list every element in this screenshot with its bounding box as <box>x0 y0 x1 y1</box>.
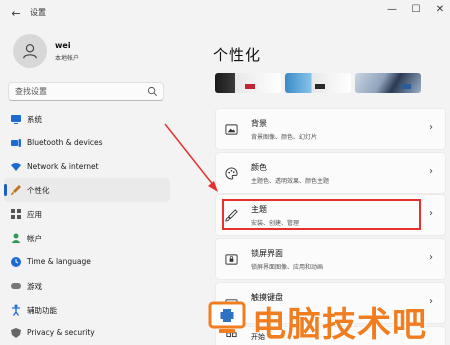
sidebar-item-label: Bluetooth & devices <box>27 138 103 147</box>
sidebar-item-label: Network & internet <box>27 162 99 171</box>
search-placeholder: 查找设置 <box>15 87 47 96</box>
avatar[interactable] <box>13 34 47 68</box>
lock-screen-icon <box>225 254 238 265</box>
sidebar-item-label: Time & language <box>27 257 91 266</box>
sidebar-item-label: 应用 <box>27 210 42 219</box>
sidebar-item-label: Privacy & security <box>27 328 95 337</box>
card-colors[interactable]: 颜色 主题色、透明效果、颜色主题 › <box>215 152 446 194</box>
sidebar-item-time-language[interactable]: Time & language <box>4 250 170 274</box>
sidebar-item-privacy[interactable]: Privacy & security <box>4 321 170 345</box>
card-subtitle: 主题色、透明效果、颜色主题 <box>251 178 330 185</box>
sidebar-item-label: 系统 <box>27 115 42 124</box>
sidebar-item-accounts[interactable]: 帐户 <box>4 226 170 250</box>
theme-thumbnail[interactable] <box>215 73 281 93</box>
highlight-box <box>222 199 421 230</box>
watermark-text: 电脑技术吧 <box>252 305 427 345</box>
title-bar: ← 设置 — ☐ ✕ <box>0 0 450 28</box>
user-name: wei <box>55 41 71 50</box>
page-title: 个性化 <box>213 46 262 64</box>
sidebar-item-personalization[interactable]: 个性化 <box>4 178 170 202</box>
chevron-right-icon: › <box>429 122 433 133</box>
accessibility-icon <box>12 304 20 316</box>
app-title: 设置 <box>30 8 46 17</box>
sidebar-item-network[interactable]: Network & internet <box>4 155 170 179</box>
sidebar-item-accessibility[interactable]: 辅助功能 <box>4 298 170 322</box>
card-subtitle: 锁屏界面图像、应用和动画 <box>251 264 324 271</box>
theme-thumbnail[interactable] <box>355 73 421 93</box>
maximize-button[interactable]: ☐ <box>406 4 426 22</box>
back-button[interactable]: ← <box>8 6 24 22</box>
settings-window: ← 设置 — ☐ ✕ wei 本地帐户 查找设置 系统 Bluetooth & … <box>0 0 450 345</box>
card-title: 锁屏界面 <box>251 249 283 258</box>
sidebar-item-gaming[interactable]: 游戏 <box>4 274 170 298</box>
card-subtitle: 背景图像、颜色、幻灯片 <box>251 134 318 141</box>
system-icon <box>11 115 21 124</box>
apps-icon <box>11 209 21 219</box>
time-icon <box>11 257 21 267</box>
sidebar-item-label: 个性化 <box>27 186 50 195</box>
bluetooth-icon <box>11 139 21 147</box>
palette-icon <box>225 167 238 180</box>
minimize-button[interactable]: — <box>382 4 402 22</box>
theme-accent-swatch <box>314 84 325 89</box>
chevron-right-icon: › <box>429 166 433 177</box>
account-type: 本地帐户 <box>55 55 80 62</box>
search-input[interactable]: 查找设置 <box>8 82 164 101</box>
close-button[interactable]: ✕ <box>430 4 450 22</box>
game-icon <box>11 283 21 289</box>
account-icon <box>11 233 21 243</box>
chevron-right-icon: › <box>429 208 433 219</box>
card-background[interactable]: 背景 背景图像、颜色、幻灯片 › <box>215 108 446 150</box>
network-icon <box>11 163 21 171</box>
theme-thumbnail[interactable] <box>285 73 351 93</box>
sidebar-item-label: 辅助功能 <box>27 306 57 315</box>
watermark-logo <box>208 301 246 333</box>
sidebar-item-system[interactable]: 系统 <box>4 107 170 131</box>
theme-accent-swatch <box>244 84 255 89</box>
sidebar-item-label: 游戏 <box>27 282 42 291</box>
chevron-right-icon: › <box>429 252 433 263</box>
brush-icon <box>11 185 21 195</box>
sidebar-item-apps[interactable]: 应用 <box>4 202 170 226</box>
active-indicator <box>4 184 7 196</box>
image-icon <box>225 124 238 135</box>
search-icon <box>147 86 157 96</box>
watermark: 电脑技术吧 <box>205 295 450 345</box>
sidebar-item-bluetooth[interactable]: Bluetooth & devices <box>4 131 170 155</box>
card-lock-screen[interactable]: 锁屏界面 锁屏界面图像、应用和动画 › <box>215 238 446 280</box>
card-title: 背景 <box>251 119 267 128</box>
card-title: 颜色 <box>251 163 267 172</box>
user-icon <box>23 44 37 59</box>
theme-accent-swatch <box>401 84 412 89</box>
sidebar-item-label: 帐户 <box>27 234 42 243</box>
shield-icon <box>11 328 21 338</box>
